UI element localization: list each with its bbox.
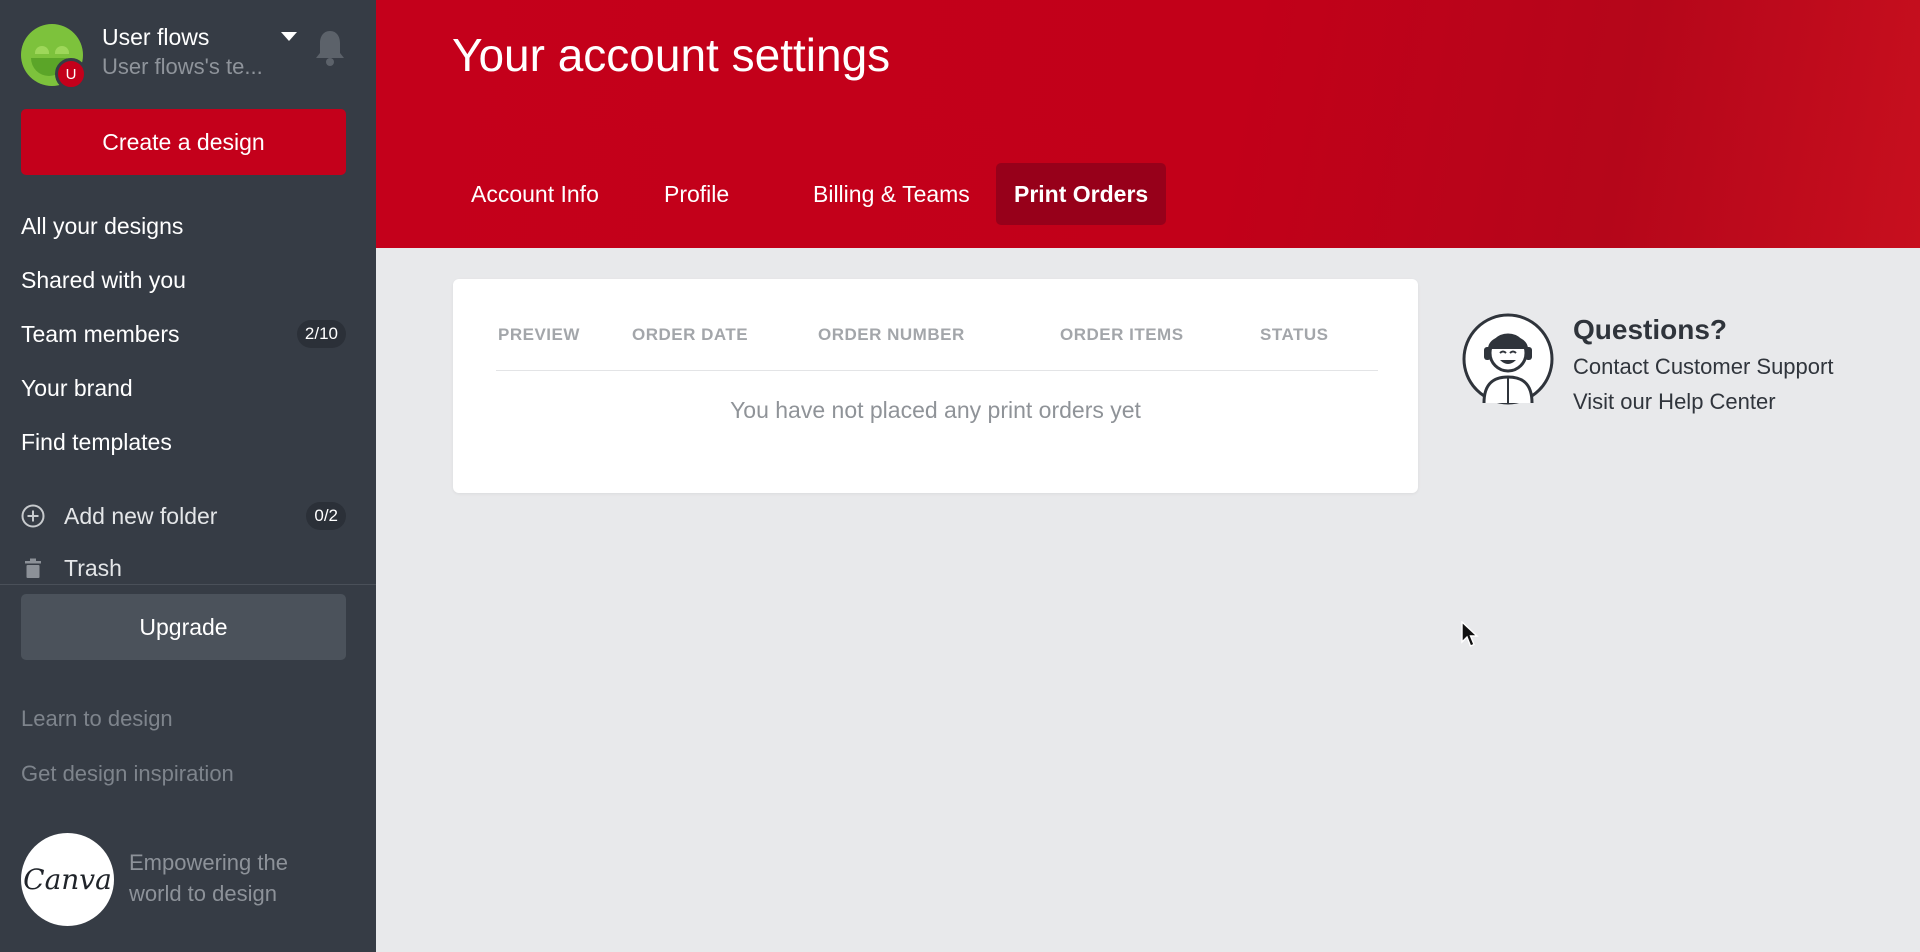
folder-count-badge: 0/2 — [306, 502, 346, 530]
sidebar-item-team-members[interactable]: Team members 2/10 — [21, 314, 346, 354]
sidebar-item-find-templates[interactable]: Find templates — [21, 422, 346, 462]
print-orders-card: PREVIEW ORDER DATE ORDER NUMBER ORDER IT… — [453, 279, 1418, 493]
sidebar-item-shared[interactable]: Shared with you — [21, 260, 346, 300]
user-initial-badge: U — [55, 58, 87, 90]
sidebar-item-trash[interactable]: Trash — [21, 548, 346, 588]
help-center-link[interactable]: Visit our Help Center — [1573, 389, 1776, 415]
sidebar-item-label: Shared with you — [21, 266, 186, 293]
sidebar-item-brand[interactable]: Your brand — [21, 368, 346, 408]
create-design-button[interactable]: Create a design — [21, 109, 346, 175]
user-name: User flows — [102, 24, 210, 50]
sidebar-item-label: Your brand — [21, 374, 133, 401]
table-divider — [496, 370, 1378, 371]
column-header-order-date: ORDER DATE — [632, 325, 749, 344]
column-header-status: STATUS — [1260, 325, 1329, 344]
questions-title: Questions? — [1573, 314, 1728, 345]
design-inspiration-link[interactable]: Get design inspiration — [21, 761, 234, 787]
column-header-order-items: ORDER ITEMS — [1060, 325, 1184, 344]
tagline: Empowering the world to design — [129, 850, 288, 906]
team-name: User flows's te... — [102, 54, 263, 79]
sidebar: U User flows User flows's te... Create a… — [0, 0, 376, 952]
add-folder-button[interactable]: Add new folder 0/2 — [21, 496, 346, 536]
plus-circle-icon — [21, 504, 45, 528]
account-switcher[interactable]: U User flows User flows's te... — [21, 24, 351, 90]
contact-support-link[interactable]: Contact Customer Support — [1573, 354, 1833, 380]
support-agent-icon — [1462, 313, 1554, 405]
mouse-cursor-icon — [1461, 621, 1479, 647]
add-folder-label: Add new folder — [64, 502, 218, 529]
sidebar-item-all-designs[interactable]: All your designs — [21, 206, 346, 246]
trash-icon — [25, 558, 41, 578]
page-title: Your account settings — [452, 29, 891, 81]
upgrade-button[interactable]: Upgrade — [21, 594, 346, 660]
page-header: Your account settings Account Info Profi… — [376, 0, 1920, 248]
team-count-badge: 2/10 — [296, 320, 346, 348]
column-header-order-number: ORDER NUMBER — [818, 325, 965, 344]
empty-state-message: You have not placed any print orders yet — [730, 397, 1141, 423]
chevron-down-icon[interactable] — [281, 32, 297, 41]
sidebar-item-label: Find templates — [21, 428, 172, 455]
learn-to-design-link[interactable]: Learn to design — [21, 706, 173, 732]
divider — [0, 584, 376, 585]
tab-print-orders[interactable]: Print Orders — [996, 163, 1167, 225]
tab-account-info[interactable]: Account Info — [453, 163, 617, 225]
tab-profile[interactable]: Profile — [646, 163, 747, 225]
canva-logo[interactable]: Canva — [21, 833, 114, 926]
bell-icon[interactable] — [314, 28, 346, 68]
sidebar-item-label: Team members — [21, 320, 180, 347]
trash-label: Trash — [64, 554, 122, 581]
sidebar-item-label: All your designs — [21, 212, 184, 239]
column-header-preview: PREVIEW — [498, 325, 580, 344]
tab-billing-teams[interactable]: Billing & Teams — [795, 163, 988, 225]
